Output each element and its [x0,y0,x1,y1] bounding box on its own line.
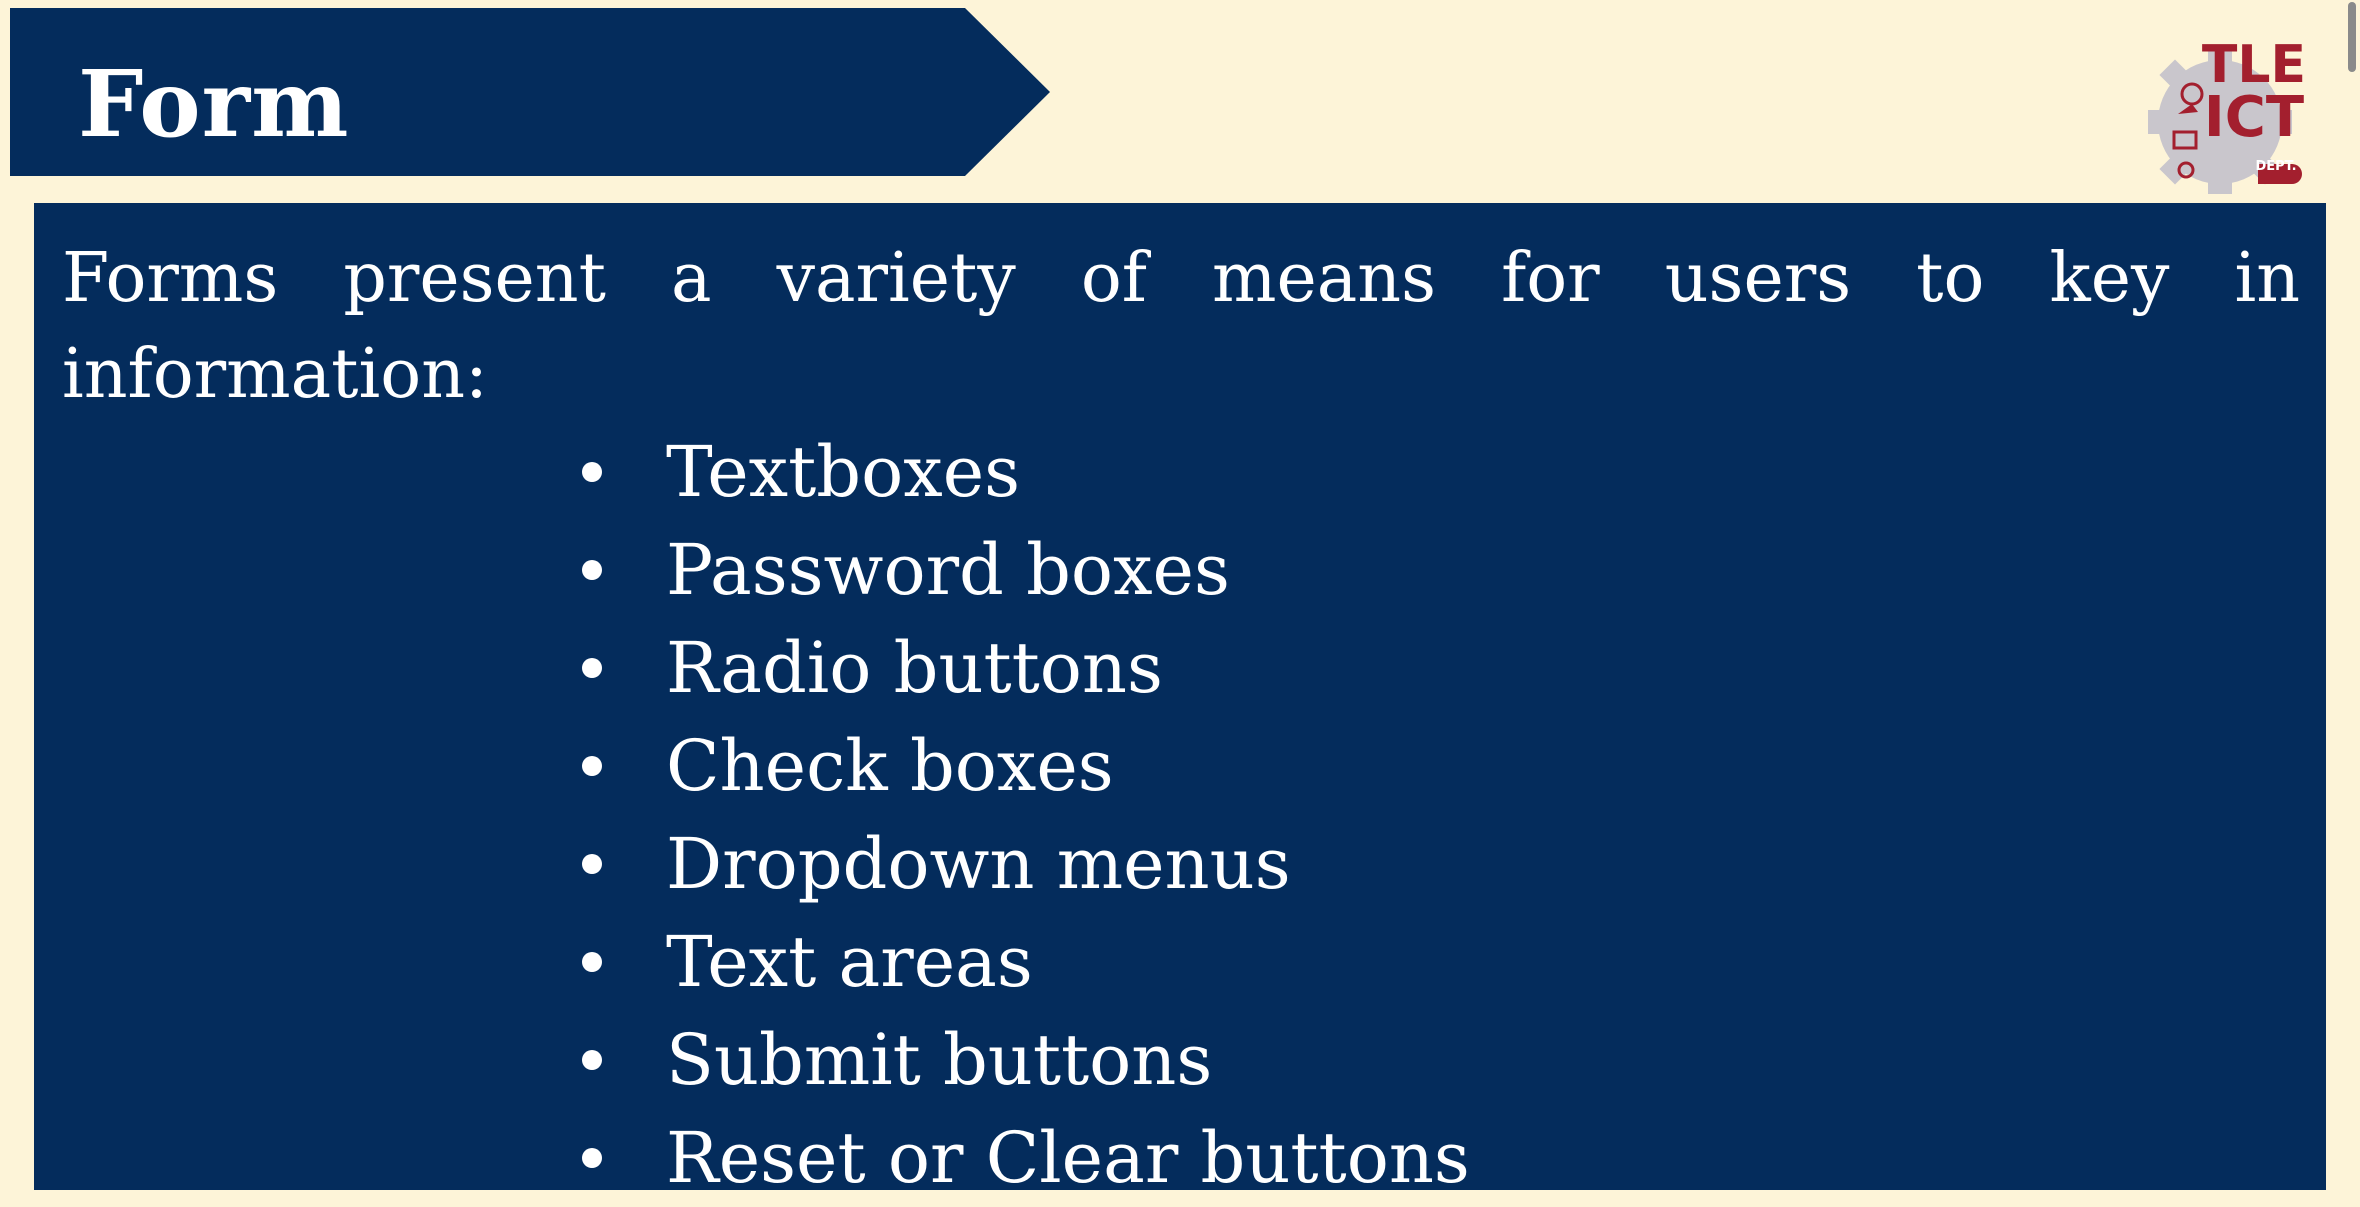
list-item: Password boxes [582,521,1470,619]
bullet-icon [582,854,602,874]
list-item: Check boxes [582,717,1470,815]
bullet-icon [582,560,602,580]
list-item: Reset or Clear buttons [582,1109,1470,1207]
bullet-icon [582,1050,602,1070]
bullet-icon [582,952,602,972]
list-item-text: Password boxes [666,529,1230,611]
bullet-icon [582,756,602,776]
scrollbar-thumb[interactable] [2348,2,2356,72]
bullet-icon [582,658,602,678]
list-item-text: Reset or Clear buttons [666,1117,1470,1199]
bullet-icon [582,462,602,482]
tle-ict-logo: TLE ICT DEPT. [2148,35,2306,194]
slide-title: Form [78,50,350,158]
list-item-text: Dropdown menus [666,823,1291,905]
logo-line-3: DEPT. [2255,159,2296,174]
list-item-text: Radio buttons [666,627,1163,709]
list-item: Radio buttons [582,619,1470,717]
list-item-text: Check boxes [666,725,1114,807]
content-panel: Forms present a variety of means for use… [34,203,2326,1199]
logo-line-2: ICT [2204,85,2304,150]
list-item: Dropdown menus [582,815,1470,913]
list-item-text: Submit buttons [666,1019,1213,1101]
list-item: Textboxes [582,423,1470,521]
list-item: Submit buttons [582,1011,1470,1109]
intro-text: Forms present a variety of means for use… [62,239,2300,414]
list-item-text: Text areas [666,921,1033,1003]
list-item-text: Textboxes [666,431,1021,513]
slide: Form TLE ICT DEPT. Forms present a varie… [0,0,2360,1199]
bullet-icon [582,1148,602,1168]
form-elements-list: Textboxes Password boxes Radio buttons C… [582,423,1470,1207]
list-item: Text areas [582,913,1470,1011]
